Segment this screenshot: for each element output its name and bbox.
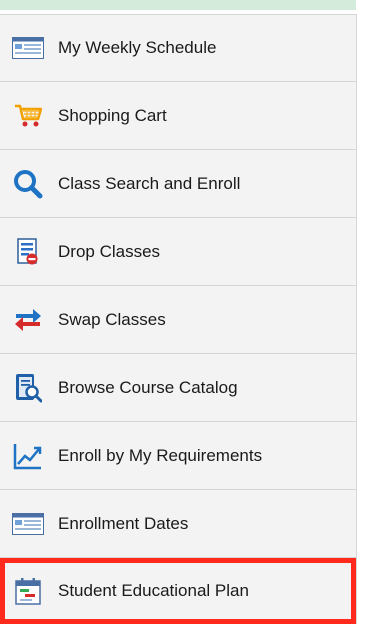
menu-item-label: Class Search and Enroll (58, 173, 241, 193)
trend-chart-icon (12, 440, 44, 472)
calendar-grid-icon (12, 508, 44, 540)
menu-item-browse-course-catalog[interactable]: Browse Course Catalog (0, 354, 356, 422)
shopping-cart-icon (12, 100, 44, 132)
navigation-menu: My Weekly Schedule Shopping Cart Class S… (0, 14, 357, 624)
navigation-panel: My Weekly Schedule Shopping Cart Class S… (0, 0, 372, 636)
menu-item-label: Browse Course Catalog (58, 377, 238, 397)
menu-item-label: Student Educational Plan (58, 581, 249, 600)
menu-item-label: Swap Classes (58, 309, 166, 329)
menu-item-swap-classes[interactable]: Swap Classes (0, 286, 356, 354)
top-accent-bar (0, 0, 356, 10)
search-icon (12, 168, 44, 200)
menu-item-label: Shopping Cart (58, 105, 167, 125)
menu-item-label: Enroll by My Requirements (58, 445, 263, 465)
menu-item-shopping-cart[interactable]: Shopping Cart (0, 82, 356, 150)
menu-item-my-weekly-schedule[interactable]: My Weekly Schedule (0, 14, 356, 82)
menu-item-enroll-by-my-requirements[interactable]: Enroll by My Requirements (0, 422, 356, 490)
catalog-search-icon (12, 372, 44, 404)
calendar-grid-icon (12, 32, 44, 64)
menu-item-label: Drop Classes (58, 241, 161, 261)
drop-document-icon (12, 236, 44, 268)
plan-calendar-icon (12, 575, 44, 607)
menu-item-student-educational-plan[interactable]: Student Educational Plan (0, 558, 356, 624)
menu-item-drop-classes[interactable]: Drop Classes (0, 218, 356, 286)
menu-item-label: My Weekly Schedule (58, 38, 217, 57)
swap-arrows-icon (12, 304, 44, 336)
menu-item-class-search-and-enroll[interactable]: Class Search and Enroll (0, 150, 356, 218)
menu-item-enrollment-dates[interactable]: Enrollment Dates (0, 490, 356, 558)
menu-item-label: Enrollment Dates (58, 513, 189, 533)
